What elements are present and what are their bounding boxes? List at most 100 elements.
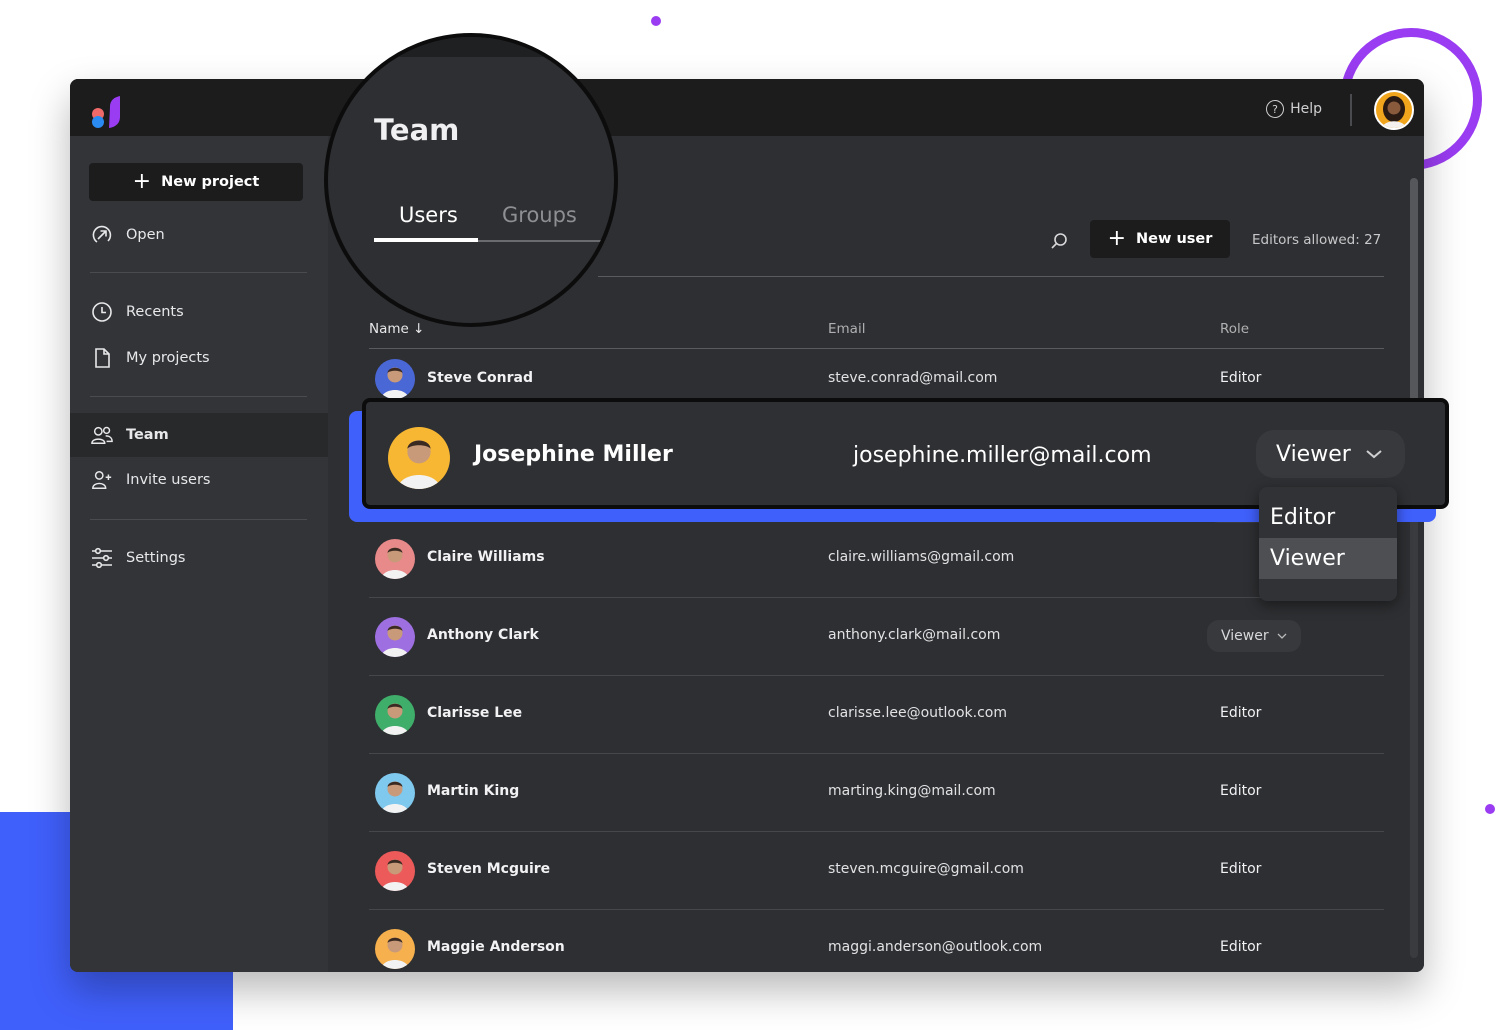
sliders-icon [91, 547, 113, 569]
role-select[interactable]: Viewer [1207, 620, 1301, 652]
header-divider [598, 276, 1384, 277]
user-name: Claire Williams [427, 549, 545, 565]
role-select-value: Viewer [1221, 628, 1269, 644]
avatar [375, 617, 415, 657]
name-column-header[interactable]: Name ↓ [369, 321, 424, 337]
magnified-top-bar [328, 37, 614, 57]
plus-icon: + [1107, 226, 1127, 251]
role-option-viewer[interactable]: Viewer [1259, 538, 1397, 579]
role-dropdown-menu: Editor Viewer [1259, 487, 1397, 601]
page-title: Team [374, 113, 460, 147]
user-email: steven.mcguire@gmail.com [828, 861, 1024, 877]
sidebar-item-label: Recents [126, 304, 184, 320]
table-row[interactable]: Maggie Anderson maggi.anderson@outlook.c… [369, 910, 1384, 972]
search-button[interactable] [1048, 230, 1070, 252]
app-logo-icon[interactable] [90, 95, 122, 129]
sort-arrow-down-icon: ↓ [413, 321, 425, 337]
top-bar: ? Help [70, 79, 1424, 136]
app-window: ? Help + New project Open Recents My pro… [70, 79, 1424, 972]
person-avatar-icon [1382, 96, 1406, 128]
sidebar-item-open[interactable]: Open [70, 213, 328, 257]
decorative-dot [1485, 804, 1495, 814]
user-email: marting.king@mail.com [828, 783, 996, 799]
sidebar-item-invite-users[interactable]: Invite users [70, 458, 328, 502]
user-role: Editor [1220, 939, 1262, 955]
editors-allowed-count: Editors allowed: 27 [1252, 232, 1382, 248]
user-email: clarisse.lee@outlook.com [828, 705, 1007, 721]
sidebar-item-label: Invite users [126, 472, 211, 488]
question-circle-icon: ? [1266, 100, 1285, 118]
person-avatar-icon [397, 440, 441, 489]
user-name: Josephine Miller [474, 442, 673, 467]
avatar [375, 359, 415, 399]
magnifier-callout: Team Users Groups [324, 33, 618, 327]
new-project-button[interactable]: + New project [89, 163, 303, 201]
role-select-value: Viewer [1276, 441, 1351, 467]
avatar [375, 539, 415, 579]
person-avatar-icon [381, 367, 409, 399]
sidebar-item-label: Team [126, 427, 169, 443]
person-avatar-icon [381, 937, 409, 969]
sidebar-item-settings[interactable]: Settings [70, 536, 328, 580]
email-column-header: Email [828, 321, 866, 337]
role-column-header: Role [1220, 321, 1250, 337]
person-avatar-icon [381, 703, 409, 735]
sidebar-item-my-projects[interactable]: My projects [70, 336, 328, 380]
user-email: steve.conrad@mail.com [828, 370, 998, 386]
user-email: claire.williams@gmail.com [828, 549, 1015, 565]
user-email: josephine.miller@mail.com [853, 443, 1152, 468]
user-name: Anthony Clark [427, 627, 539, 643]
stage: ? Help + New project Open Recents My pro… [0, 0, 1500, 1030]
user-name: Maggie Anderson [427, 939, 565, 955]
table-row[interactable]: Anthony Clark anthony.clark@mail.com Vie… [369, 598, 1384, 676]
current-user-avatar[interactable] [1374, 90, 1414, 130]
user-name: Clarisse Lee [427, 705, 523, 721]
table-row[interactable]: Steven Mcguire steven.mcguire@gmail.com … [369, 832, 1384, 910]
help-button[interactable]: ? Help [1266, 100, 1322, 118]
person-avatar-icon [381, 625, 409, 657]
chevron-down-icon [1277, 633, 1287, 639]
user-name: Steve Conrad [427, 370, 533, 386]
search-icon [1051, 233, 1067, 249]
person-avatar-icon [381, 547, 409, 579]
user-role: Editor [1220, 861, 1262, 877]
role-select[interactable]: Viewer [1256, 430, 1405, 478]
tab-users[interactable]: Users [399, 203, 458, 227]
user-name: Steven Mcguire [427, 861, 551, 877]
avatar [375, 929, 415, 969]
user-name: Martin King [427, 783, 520, 799]
person-avatar-icon [381, 781, 409, 813]
table-row[interactable]: Clarisse Lee clarisse.lee@outlook.com Ed… [369, 676, 1384, 754]
clock-icon [91, 301, 113, 323]
role-option-editor[interactable]: Editor [1259, 497, 1397, 538]
sidebar-divider [90, 396, 307, 397]
new-user-button[interactable]: + New user [1090, 220, 1230, 258]
tab-groups[interactable]: Groups [502, 203, 577, 227]
user-role: Editor [1220, 370, 1262, 386]
decorative-dot [651, 16, 661, 26]
add-user-icon [91, 469, 113, 491]
sidebar-item-recents[interactable]: Recents [70, 290, 328, 334]
scrollbar-thumb[interactable] [1410, 178, 1418, 408]
sidebar-divider [90, 519, 307, 520]
document-icon [91, 347, 113, 369]
topbar-divider [1350, 94, 1352, 126]
team-icon [91, 424, 113, 446]
open-arrow-icon [91, 224, 113, 246]
avatar [375, 851, 415, 891]
avatar [388, 427, 450, 489]
sidebar: + New project Open Recents My projects T… [70, 136, 328, 972]
user-email: anthony.clark@mail.com [828, 627, 1001, 643]
table-row[interactable]: Martin King marting.king@mail.com Editor [369, 754, 1384, 832]
name-header-label: Name [369, 321, 409, 337]
avatar [375, 695, 415, 735]
scrollbar[interactable] [1410, 178, 1418, 958]
sidebar-divider [90, 272, 307, 273]
table-row[interactable]: Claire Williams claire.williams@gmail.co… [369, 491, 1384, 598]
plus-icon: + [132, 169, 152, 194]
user-role: Editor [1220, 783, 1262, 799]
sidebar-item-team[interactable]: Team [70, 413, 328, 457]
active-tab-indicator [374, 238, 478, 242]
help-label: Help [1290, 101, 1322, 117]
new-user-label: New user [1136, 231, 1213, 247]
